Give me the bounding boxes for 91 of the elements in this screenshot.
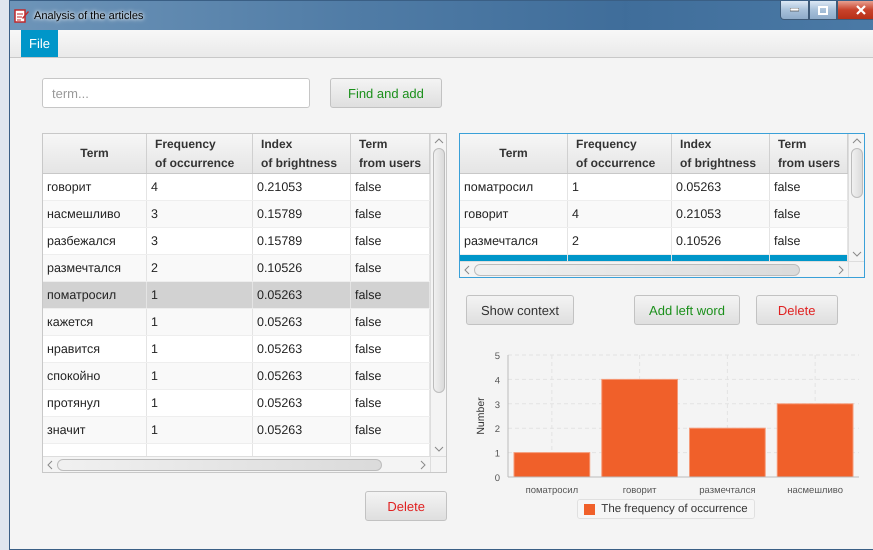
- table-cell: 2: [568, 228, 672, 254]
- maximize-button[interactable]: [809, 1, 837, 20]
- legend-swatch: [584, 504, 596, 514]
- horizontal-scrollbar[interactable]: [43, 456, 430, 472]
- table-cell: 0.10526: [253, 255, 351, 281]
- table-cell: 1: [147, 390, 253, 416]
- table-row[interactable]: кажется 1 0.05263 false: [43, 309, 430, 336]
- table-cell: 0.05263: [253, 363, 351, 389]
- axis-tick-label: 0: [494, 473, 500, 484]
- table-row[interactable]: протянул 1 0.05263 false: [43, 390, 430, 417]
- axis-category-label: поматросил: [526, 485, 578, 495]
- table-cell: 0.05263: [253, 282, 351, 308]
- table-cell: 3: [147, 201, 253, 227]
- table-cell: 0.15789: [253, 228, 351, 254]
- axis-tick-label: 5: [494, 351, 500, 362]
- close-button[interactable]: [837, 1, 873, 20]
- table-cell: 4: [147, 174, 253, 200]
- action-button[interactable]: Delete: [756, 295, 838, 325]
- column-header[interactable]: Index of brightness: [672, 134, 770, 173]
- horizontal-scrollbar[interactable]: [460, 261, 848, 277]
- table-cell: 2: [147, 255, 253, 281]
- table-cell: 3: [147, 228, 253, 254]
- table-cell: 0.10526: [672, 228, 770, 254]
- axis-category-label: насмешливо: [787, 485, 844, 495]
- table-row[interactable]: говорит 4 0.21053 false: [43, 174, 430, 201]
- table-cell: 0.15789: [253, 201, 351, 227]
- minimize-button[interactable]: [780, 1, 809, 20]
- table-cell: 1: [147, 282, 253, 308]
- table-cell: 4: [568, 201, 672, 227]
- table-cell: значит: [43, 417, 147, 443]
- table-cell: размечтался: [43, 255, 147, 281]
- table-row[interactable]: разбежался 3 0.15789 false: [43, 228, 430, 255]
- table-row[interactable]: поматросил 1 0.05263 false: [460, 174, 848, 201]
- axis-title: Number: [475, 397, 487, 435]
- legend-label: The frequency of occurrence: [601, 503, 748, 515]
- table-cell: 0.05263: [253, 309, 351, 335]
- table-row[interactable]: размечтался 2 0.10526 false: [43, 255, 430, 282]
- table-cell: 1: [147, 363, 253, 389]
- axis-tick-label: 2: [494, 424, 500, 436]
- table-cell: поматросил: [460, 174, 568, 200]
- table-cell: разбежался: [43, 228, 147, 254]
- table-cell: 0.21053: [672, 201, 770, 227]
- table-row[interactable]: поматросил 1 0.05263 false: [43, 282, 430, 309]
- table-cell: говорит: [460, 201, 568, 227]
- vertical-scrollbar[interactable]: [430, 134, 446, 456]
- column-header[interactable]: Term: [460, 134, 568, 173]
- axis-tick-label: 1: [494, 448, 500, 460]
- table-row[interactable]: размечтался 2 0.10526 false: [460, 228, 848, 255]
- table-row[interactable]: спокойно 1 0.05263 false: [43, 363, 430, 390]
- axis-category-label: размечтался: [699, 485, 756, 495]
- scrollbar-corner: [848, 261, 864, 277]
- window-title: Analysis of the articles: [34, 10, 144, 22]
- column-header[interactable]: Frequency of occurrence: [568, 134, 672, 173]
- axis-tick-label: 3: [494, 400, 500, 411]
- notepad-pencil-icon: [14, 8, 29, 23]
- column-header[interactable]: Index of brightness: [253, 134, 351, 173]
- table-cell: насмешливо: [43, 201, 147, 227]
- table-cell: 0.05263: [253, 390, 351, 416]
- table-cell: протянул: [43, 390, 147, 416]
- table-cell: поматросил: [43, 282, 147, 308]
- axis-category-label: говорит: [622, 485, 656, 495]
- table-cell: 0.21053: [253, 174, 351, 200]
- table-cell: спокойно: [43, 363, 147, 389]
- table-row[interactable]: говорит 4 0.21053 false: [460, 201, 848, 228]
- table-row[interactable]: значит 1 0.05263 false: [43, 417, 430, 444]
- data-table[interactable]: [42, 133, 447, 473]
- delete-button[interactable]: Delete: [365, 491, 447, 521]
- search-field[interactable]: term...: [42, 78, 310, 108]
- table-cell: говорит: [43, 174, 147, 200]
- table-cell: 1: [147, 309, 253, 335]
- axis-tick-label: 4: [494, 375, 500, 386]
- table-cell: размечтался: [460, 228, 568, 254]
- scrollbar-corner: [430, 456, 446, 472]
- table-cell: 0.05263: [672, 174, 770, 200]
- action-button[interactable]: Show context: [466, 295, 574, 325]
- vertical-scrollbar[interactable]: [848, 134, 864, 261]
- data-table[interactable]: Term Frequency of occurrence Index of brightness Term from users поматросил 1 0.05263 false говорит 4 0.21053 false размечтался 2 0.10526 false: [459, 133, 865, 278]
- table-cell: 1: [147, 417, 253, 443]
- table-cell: 1: [147, 336, 253, 362]
- table-row[interactable]: насмешливо 3 0.15789 false: [43, 201, 430, 228]
- table-cell: кажется: [43, 309, 147, 335]
- table-cell: нравится: [43, 336, 147, 362]
- table-cell: 0.05263: [253, 417, 351, 443]
- minimize-icon: [790, 8, 799, 12]
- table-cell: 1: [568, 174, 672, 200]
- column-header[interactable]: Term: [43, 134, 147, 173]
- table-row[interactable]: нравится 1 0.05263 false: [43, 336, 430, 363]
- close-icon: [856, 5, 866, 15]
- maximize-icon: [818, 6, 828, 14]
- table-cell: 0.05263: [253, 336, 351, 362]
- column-header[interactable]: Frequency of occurrence: [147, 134, 253, 173]
